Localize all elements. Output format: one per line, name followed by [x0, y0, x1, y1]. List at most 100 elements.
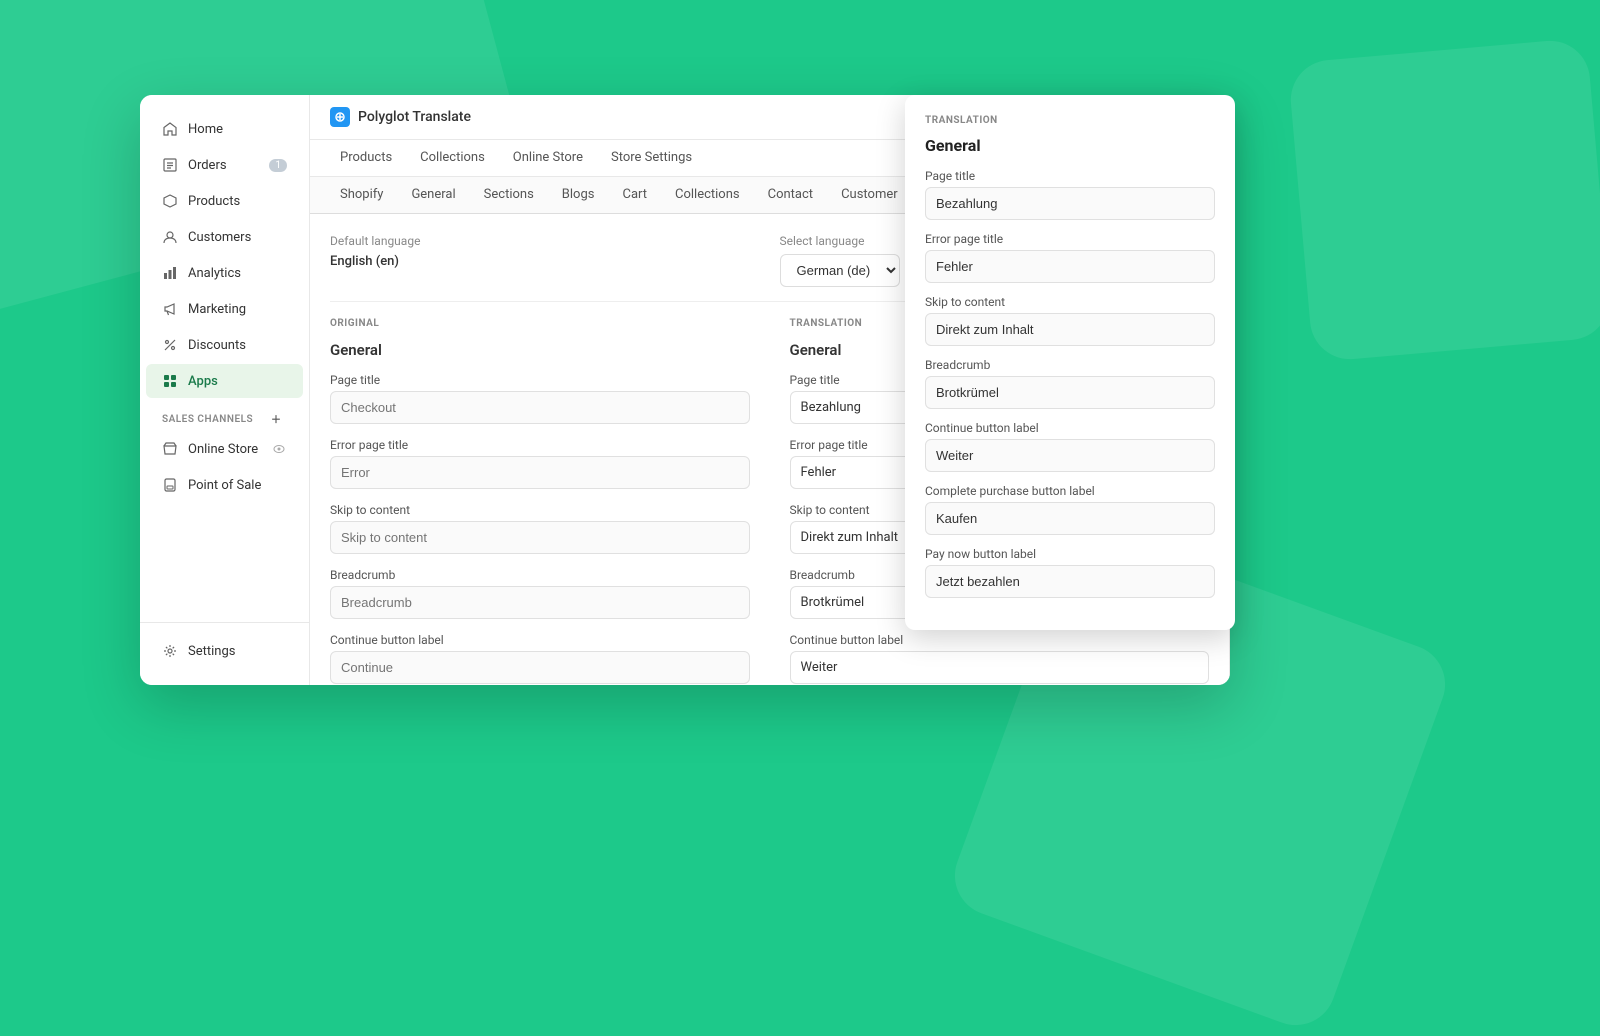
- sidebar-home-label: Home: [188, 122, 223, 137]
- default-lang-label: Default language: [330, 234, 760, 248]
- tab-contact[interactable]: Contact: [754, 177, 827, 214]
- sidebar-settings-label: Settings: [188, 644, 235, 659]
- tab-store-settings[interactable]: Store Settings: [597, 140, 706, 177]
- overlay-breadcrumb-input[interactable]: [925, 376, 1215, 409]
- overlay-panel: TRANSLATION General Page title Error pag…: [905, 95, 1235, 630]
- trans-continue-field: Continue button label Weiter: [790, 633, 1210, 684]
- overlay-error-title-label: Error page title: [925, 232, 1215, 246]
- sidebar-item-settings[interactable]: Settings: [146, 634, 303, 668]
- tab-collections[interactable]: Collections: [406, 140, 499, 177]
- settings-icon: [162, 643, 178, 659]
- overlay-page-title-input[interactable]: [925, 187, 1215, 220]
- tab-cart[interactable]: Cart: [608, 177, 661, 214]
- orig-skip-content-label: Skip to content: [330, 503, 750, 517]
- sidebar-pos-label: Point of Sale: [188, 478, 261, 493]
- overlay-breadcrumb-label: Breadcrumb: [925, 358, 1215, 372]
- overlay-page-title-field: Page title: [925, 169, 1215, 220]
- orig-skip-content-input[interactable]: [330, 521, 750, 554]
- trans-continue-value: Weiter: [790, 651, 1210, 684]
- overlay-pay-now-field: Pay now button label: [925, 547, 1215, 598]
- tab-customer[interactable]: Customer: [827, 177, 912, 214]
- sidebar-item-discounts[interactable]: Discounts: [146, 328, 303, 362]
- orig-breadcrumb-label: Breadcrumb: [330, 568, 750, 582]
- sidebar-item-apps[interactable]: Apps: [146, 364, 303, 398]
- overlay-section-title: General: [925, 136, 1215, 155]
- orig-error-title-field: Error page title: [330, 438, 750, 489]
- original-section-header: ORIGINAL: [330, 318, 750, 329]
- sidebar-item-analytics[interactable]: Analytics: [146, 256, 303, 290]
- overlay-skip-content-input[interactable]: [925, 313, 1215, 346]
- overlay-complete-input[interactable]: [925, 502, 1215, 535]
- sidebar-orders-label: Orders: [188, 158, 227, 173]
- products-icon: [162, 193, 178, 209]
- overlay-error-title-input[interactable]: [925, 250, 1215, 283]
- orders-badge: 1: [269, 159, 287, 172]
- pos-icon: [162, 477, 178, 493]
- orig-page-title-label: Page title: [330, 373, 750, 387]
- app-logo: Polyglot Translate: [330, 107, 471, 127]
- overlay-error-title-field: Error page title: [925, 232, 1215, 283]
- add-sales-channel-button[interactable]: ＋: [271, 411, 287, 427]
- orig-breadcrumb-input[interactable]: [330, 586, 750, 619]
- default-lang-value: English (en): [330, 254, 760, 269]
- tab-inner-collections[interactable]: Collections: [661, 177, 754, 214]
- sidebar-online-store-label: Online Store: [188, 442, 258, 457]
- orig-page-title-input[interactable]: [330, 391, 750, 424]
- overlay-complete-label: Complete purchase button label: [925, 484, 1215, 498]
- marketing-icon: [162, 301, 178, 317]
- bg-decoration-3: [1287, 37, 1600, 362]
- eye-icon: [271, 441, 287, 457]
- sidebar-item-home[interactable]: Home: [146, 112, 303, 146]
- tab-general[interactable]: General: [397, 177, 469, 214]
- sidebar-item-online-store[interactable]: Online Store: [146, 432, 303, 466]
- sidebar-item-point-of-sale[interactable]: Point of Sale: [146, 468, 303, 502]
- sidebar-item-marketing[interactable]: Marketing: [146, 292, 303, 326]
- analytics-icon: [162, 265, 178, 281]
- orig-error-title-input[interactable]: [330, 456, 750, 489]
- orig-continue-label: Continue button label: [330, 633, 750, 647]
- sidebar-products-label: Products: [188, 194, 240, 209]
- sidebar-apps-label: Apps: [188, 374, 218, 389]
- sidebar-item-products[interactable]: Products: [146, 184, 303, 218]
- overlay-skip-content-field: Skip to content: [925, 295, 1215, 346]
- overlay-continue-field: Continue button label: [925, 421, 1215, 472]
- orig-error-title-label: Error page title: [330, 438, 750, 452]
- sales-channels-label: SALES CHANNELS: [162, 414, 253, 425]
- tab-online-store[interactable]: Online Store: [499, 140, 597, 177]
- orig-continue-input[interactable]: [330, 651, 750, 684]
- sidebar-marketing-label: Marketing: [188, 302, 246, 317]
- tab-blogs[interactable]: Blogs: [548, 177, 609, 214]
- orig-page-title-field: Page title: [330, 373, 750, 424]
- overlay-page-title-label: Page title: [925, 169, 1215, 183]
- original-column: ORIGINAL General Page title Error page t…: [330, 318, 770, 685]
- sidebar-customers-label: Customers: [188, 230, 251, 245]
- sales-channels-section: SALES CHANNELS ＋: [140, 399, 309, 431]
- orig-breadcrumb-field: Breadcrumb: [330, 568, 750, 619]
- overlay-section-label: TRANSLATION: [925, 115, 1215, 126]
- tab-shopify[interactable]: Shopify: [326, 177, 397, 214]
- discounts-icon: [162, 337, 178, 353]
- sidebar-analytics-label: Analytics: [188, 266, 241, 281]
- language-select[interactable]: German (de) French (fr) Spanish (es): [780, 254, 900, 287]
- sidebar-item-orders[interactable]: Orders 1: [146, 148, 303, 182]
- tab-sections[interactable]: Sections: [470, 177, 548, 214]
- sidebar: Home Orders 1 Products: [140, 95, 310, 685]
- sidebar-item-customers[interactable]: Customers: [146, 220, 303, 254]
- apps-icon: [162, 373, 178, 389]
- overlay-continue-input[interactable]: [925, 439, 1215, 472]
- overlay-continue-label: Continue button label: [925, 421, 1215, 435]
- overlay-breadcrumb-field: Breadcrumb: [925, 358, 1215, 409]
- overlay-skip-content-label: Skip to content: [925, 295, 1215, 309]
- tab-products[interactable]: Products: [326, 140, 406, 177]
- logo-icon: [330, 107, 350, 127]
- trans-continue-label: Continue button label: [790, 633, 1210, 647]
- original-section-title: General: [330, 341, 750, 359]
- overlay-pay-now-label: Pay now button label: [925, 547, 1215, 561]
- orig-skip-content-field: Skip to content: [330, 503, 750, 554]
- overlay-complete-field: Complete purchase button label: [925, 484, 1215, 535]
- orders-icon: [162, 157, 178, 173]
- overlay-pay-now-input[interactable]: [925, 565, 1215, 598]
- app-logo-label: Polyglot Translate: [358, 109, 471, 125]
- default-language-section: Default language English (en): [330, 234, 760, 287]
- online-store-icon: [162, 441, 178, 457]
